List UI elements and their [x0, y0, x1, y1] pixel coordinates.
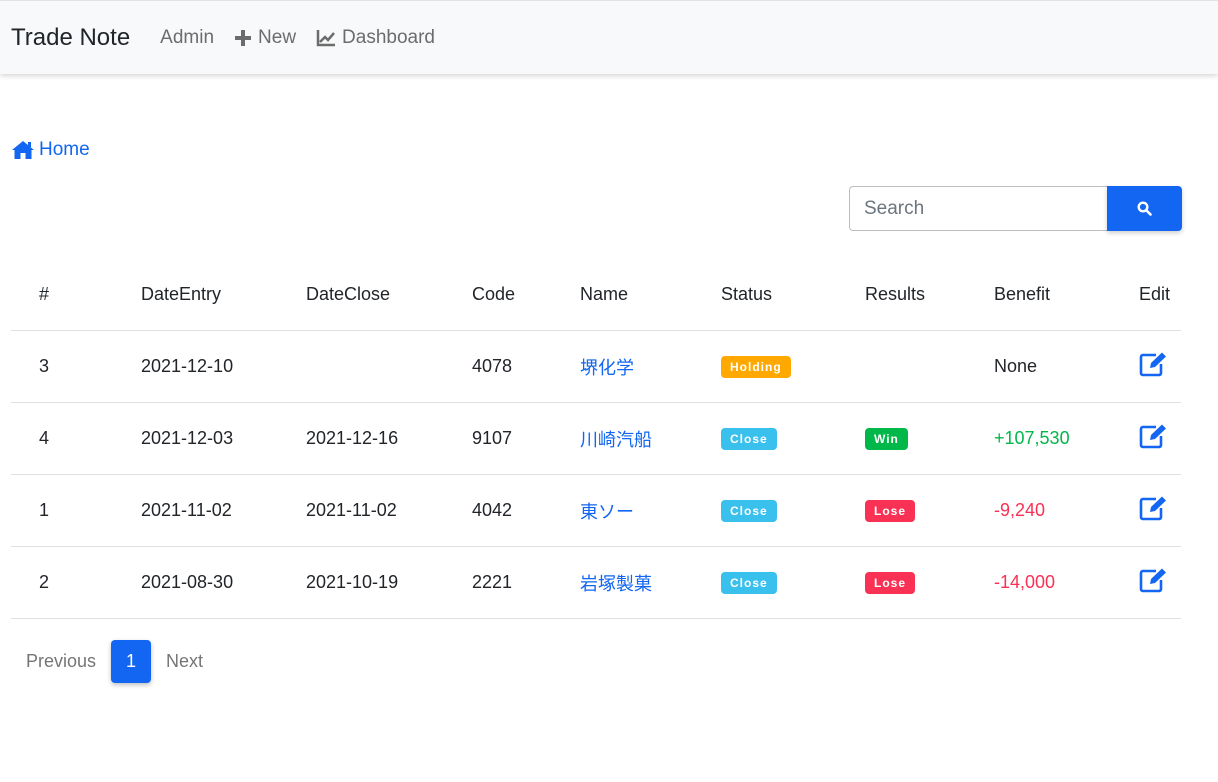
header-date-close[interactable]: DateClose: [306, 259, 472, 331]
cell-date-close: [306, 330, 472, 403]
cell-status: Close: [721, 402, 865, 475]
edit-icon[interactable]: [1139, 495, 1169, 526]
nav-new[interactable]: New: [234, 27, 296, 49]
cell-name: 川崎汽船: [580, 402, 721, 475]
cell-result: Lose: [865, 546, 994, 619]
search-icon: [1137, 201, 1152, 216]
status-badge: Holding: [721, 356, 791, 378]
cell-date-entry: 2021-12-03: [141, 402, 306, 475]
cell-id: 2: [11, 546, 141, 619]
cell-name: 堺化学: [580, 330, 721, 403]
cell-status: Close: [721, 546, 865, 619]
cell-result: Lose: [865, 474, 994, 547]
cell-code: 2221: [472, 546, 580, 619]
cell-edit: [1139, 330, 1181, 403]
trades-table: # DateEntry DateClose Code Name Status R…: [11, 259, 1181, 619]
cell-edit: [1139, 546, 1181, 619]
cell-benefit: None: [994, 330, 1139, 403]
cell-id: 1: [11, 474, 141, 547]
pagination-next[interactable]: Next: [151, 651, 218, 672]
edit-icon[interactable]: [1139, 423, 1169, 454]
cell-code: 4078: [472, 330, 580, 403]
header-id[interactable]: #: [11, 259, 141, 331]
result-badge: Lose: [865, 500, 916, 522]
header-status[interactable]: Status: [721, 259, 865, 331]
cell-status: Holding: [721, 330, 865, 403]
cell-name: 岩塚製菓: [580, 546, 721, 619]
nav-dashboard-label: Dashboard: [342, 26, 435, 48]
header-name[interactable]: Name: [580, 259, 721, 331]
chart-line-icon: [316, 29, 336, 46]
status-badge: Close: [721, 428, 777, 450]
nav-new-label: New: [258, 26, 297, 48]
nav-dashboard[interactable]: Dashboard: [316, 27, 435, 49]
search-input[interactable]: [849, 186, 1107, 231]
cell-date-close: 2021-12-16: [306, 402, 472, 475]
result-badge: Lose: [865, 572, 916, 594]
nav-admin[interactable]: Admin: [160, 27, 214, 49]
edit-icon[interactable]: [1139, 567, 1169, 598]
stock-name-link[interactable]: 東ソー: [580, 502, 634, 522]
cell-date-close: 2021-11-02: [306, 474, 472, 547]
brand-title[interactable]: Trade Note: [11, 24, 130, 52]
cell-id: 3: [11, 330, 141, 403]
status-badge: Close: [721, 500, 777, 522]
home-icon: [12, 141, 34, 159]
header-benefit[interactable]: Benefit: [994, 259, 1139, 331]
nav-admin-label: Admin: [160, 26, 215, 48]
header-results[interactable]: Results: [865, 259, 994, 331]
cell-benefit: -9,240: [994, 474, 1139, 547]
search-form: [849, 186, 1182, 231]
stock-name-link[interactable]: 川崎汽船: [580, 430, 652, 450]
cell-benefit: -14,000: [994, 546, 1139, 619]
cell-id: 4: [11, 402, 141, 475]
header-date-entry[interactable]: DateEntry: [141, 259, 306, 331]
pagination: Previous 1 Next: [11, 640, 218, 683]
stock-name-link[interactable]: 堺化学: [580, 358, 634, 378]
cell-benefit: +107,530: [994, 402, 1139, 475]
table-row: 3 2021-12-10 4078 堺化学 Holding None: [11, 330, 1181, 403]
cell-date-close: 2021-10-19: [306, 546, 472, 619]
table-row: 4 2021-12-03 2021-12-16 9107 川崎汽船 Close …: [11, 402, 1181, 475]
status-badge: Close: [721, 572, 777, 594]
table-row: 1 2021-11-02 2021-11-02 4042 東ソー Close L…: [11, 474, 1181, 547]
cell-date-entry: 2021-11-02: [141, 474, 306, 547]
cell-status: Close: [721, 474, 865, 547]
cell-result: [865, 330, 994, 403]
table-row: 2 2021-08-30 2021-10-19 2221 岩塚製菓 Close …: [11, 546, 1181, 619]
result-badge: Win: [865, 428, 908, 450]
pagination-previous[interactable]: Previous: [11, 651, 111, 672]
edit-icon[interactable]: [1139, 351, 1169, 382]
plus-icon: [235, 29, 252, 46]
breadcrumb-home[interactable]: Home: [11, 139, 90, 161]
stock-name-link[interactable]: 岩塚製菓: [580, 574, 652, 594]
cell-result: Win: [865, 402, 994, 475]
pagination-page-current[interactable]: 1: [111, 640, 152, 683]
cell-edit: [1139, 474, 1181, 547]
header-edit: Edit: [1139, 259, 1181, 331]
breadcrumb-label: Home: [39, 139, 90, 160]
cell-code: 4042: [472, 474, 580, 547]
search-button[interactable]: [1107, 186, 1182, 231]
table-header-row: # DateEntry DateClose Code Name Status R…: [11, 259, 1181, 331]
cell-date-entry: 2021-12-10: [141, 330, 306, 403]
cell-name: 東ソー: [580, 474, 721, 547]
navbar: Trade Note Admin New Dashboard: [0, 0, 1218, 74]
cell-edit: [1139, 402, 1181, 475]
cell-date-entry: 2021-08-30: [141, 546, 306, 619]
cell-code: 9107: [472, 402, 580, 475]
header-code[interactable]: Code: [472, 259, 580, 331]
